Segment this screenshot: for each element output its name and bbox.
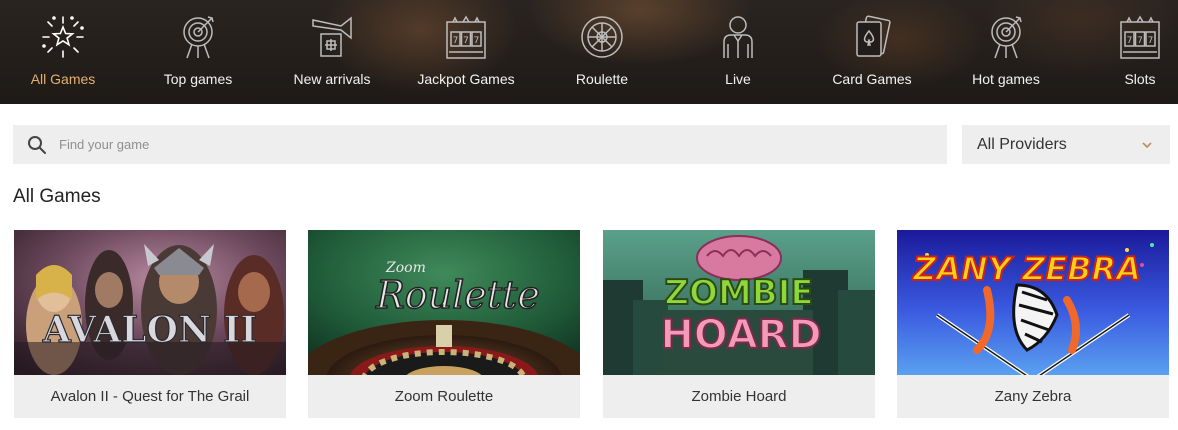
category-label: Slots [1124,71,1156,87]
game-logo: ZANY ZEBRA [912,250,1141,288]
svg-text:7: 7 [474,36,480,46]
category-all-games[interactable]: All Games [3,0,123,104]
svg-text:7: 7 [453,36,459,46]
game-thumbnail: AVALON II [14,230,286,375]
game-card-zoom-roulette[interactable]: Zoom Roulette Zoom Roulette [308,230,580,418]
section-title: All Games [13,186,101,207]
svg-text:7: 7 [1127,36,1133,46]
category-hot-games[interactable]: Hot games [946,0,1066,104]
fireworks-icon [40,14,86,60]
game-logo-bottom: HOARD [660,312,821,358]
search-input[interactable] [59,125,929,164]
category-label: Roulette [575,71,629,87]
category-roulette[interactable]: Roulette [542,0,662,104]
chevron-down-icon [1141,138,1153,150]
category-nav: All Games Top games New arrivals 7 7 7 J… [0,0,1178,104]
roulette-wheel-icon [579,14,625,60]
playing-cards-icon [849,14,895,60]
svg-text:7: 7 [1148,36,1154,46]
game-logo: Roulette [375,273,540,317]
slot-machine-icon: 7 7 7 [1117,14,1163,60]
svg-text:7: 7 [1137,36,1143,46]
slot-machine-icon: 7 7 7 [443,14,489,60]
search-icon [27,135,47,155]
category-slots[interactable]: 7 7 7 Slots [1080,0,1178,104]
category-live[interactable]: Live [678,0,798,104]
category-top-games[interactable]: Top games [138,0,258,104]
trumpet-icon [309,14,355,60]
target-icon [175,14,221,60]
game-search-bar[interactable] [13,125,947,164]
category-label: Top games [163,71,233,87]
target-icon [983,14,1029,60]
game-card-zany-zebra[interactable]: ZANY ZEBRA Zany Zebra [897,230,1169,418]
game-card-avalon-ii[interactable]: AVALON II Avalon II - Quest for The Grai… [14,230,286,418]
svg-text:7: 7 [463,36,469,46]
category-label: Card Games [832,71,912,87]
category-label: All Games [30,71,96,87]
category-new-arrivals[interactable]: New arrivals [272,0,392,104]
category-label: Hot games [972,71,1040,87]
dealer-icon [715,14,761,60]
game-logo-top: ZOMBIE [664,273,813,313]
game-title: Zany Zebra [897,375,1169,418]
game-card-zombie-hoard[interactable]: ZOMBIE HOARD Zombie Hoard [603,230,875,418]
game-thumbnail: ZANY ZEBRA [897,230,1169,375]
game-title: Zombie Hoard [603,375,875,418]
providers-dropdown[interactable]: All Providers [962,125,1170,164]
category-label: New arrivals [293,71,371,87]
category-label: Live [725,71,751,87]
game-title: Zoom Roulette [308,375,580,418]
game-logo: AVALON II [42,309,257,351]
category-card-games[interactable]: Card Games [812,0,932,104]
category-jackpot-games[interactable]: 7 7 7 Jackpot Games [406,0,526,104]
category-label: Jackpot Games [417,71,515,87]
game-thumbnail: Zoom Roulette [308,230,580,375]
game-title: Avalon II - Quest for The Grail [14,375,286,418]
game-thumbnail: ZOMBIE HOARD [603,230,875,375]
providers-selected: All Providers [977,136,1067,153]
